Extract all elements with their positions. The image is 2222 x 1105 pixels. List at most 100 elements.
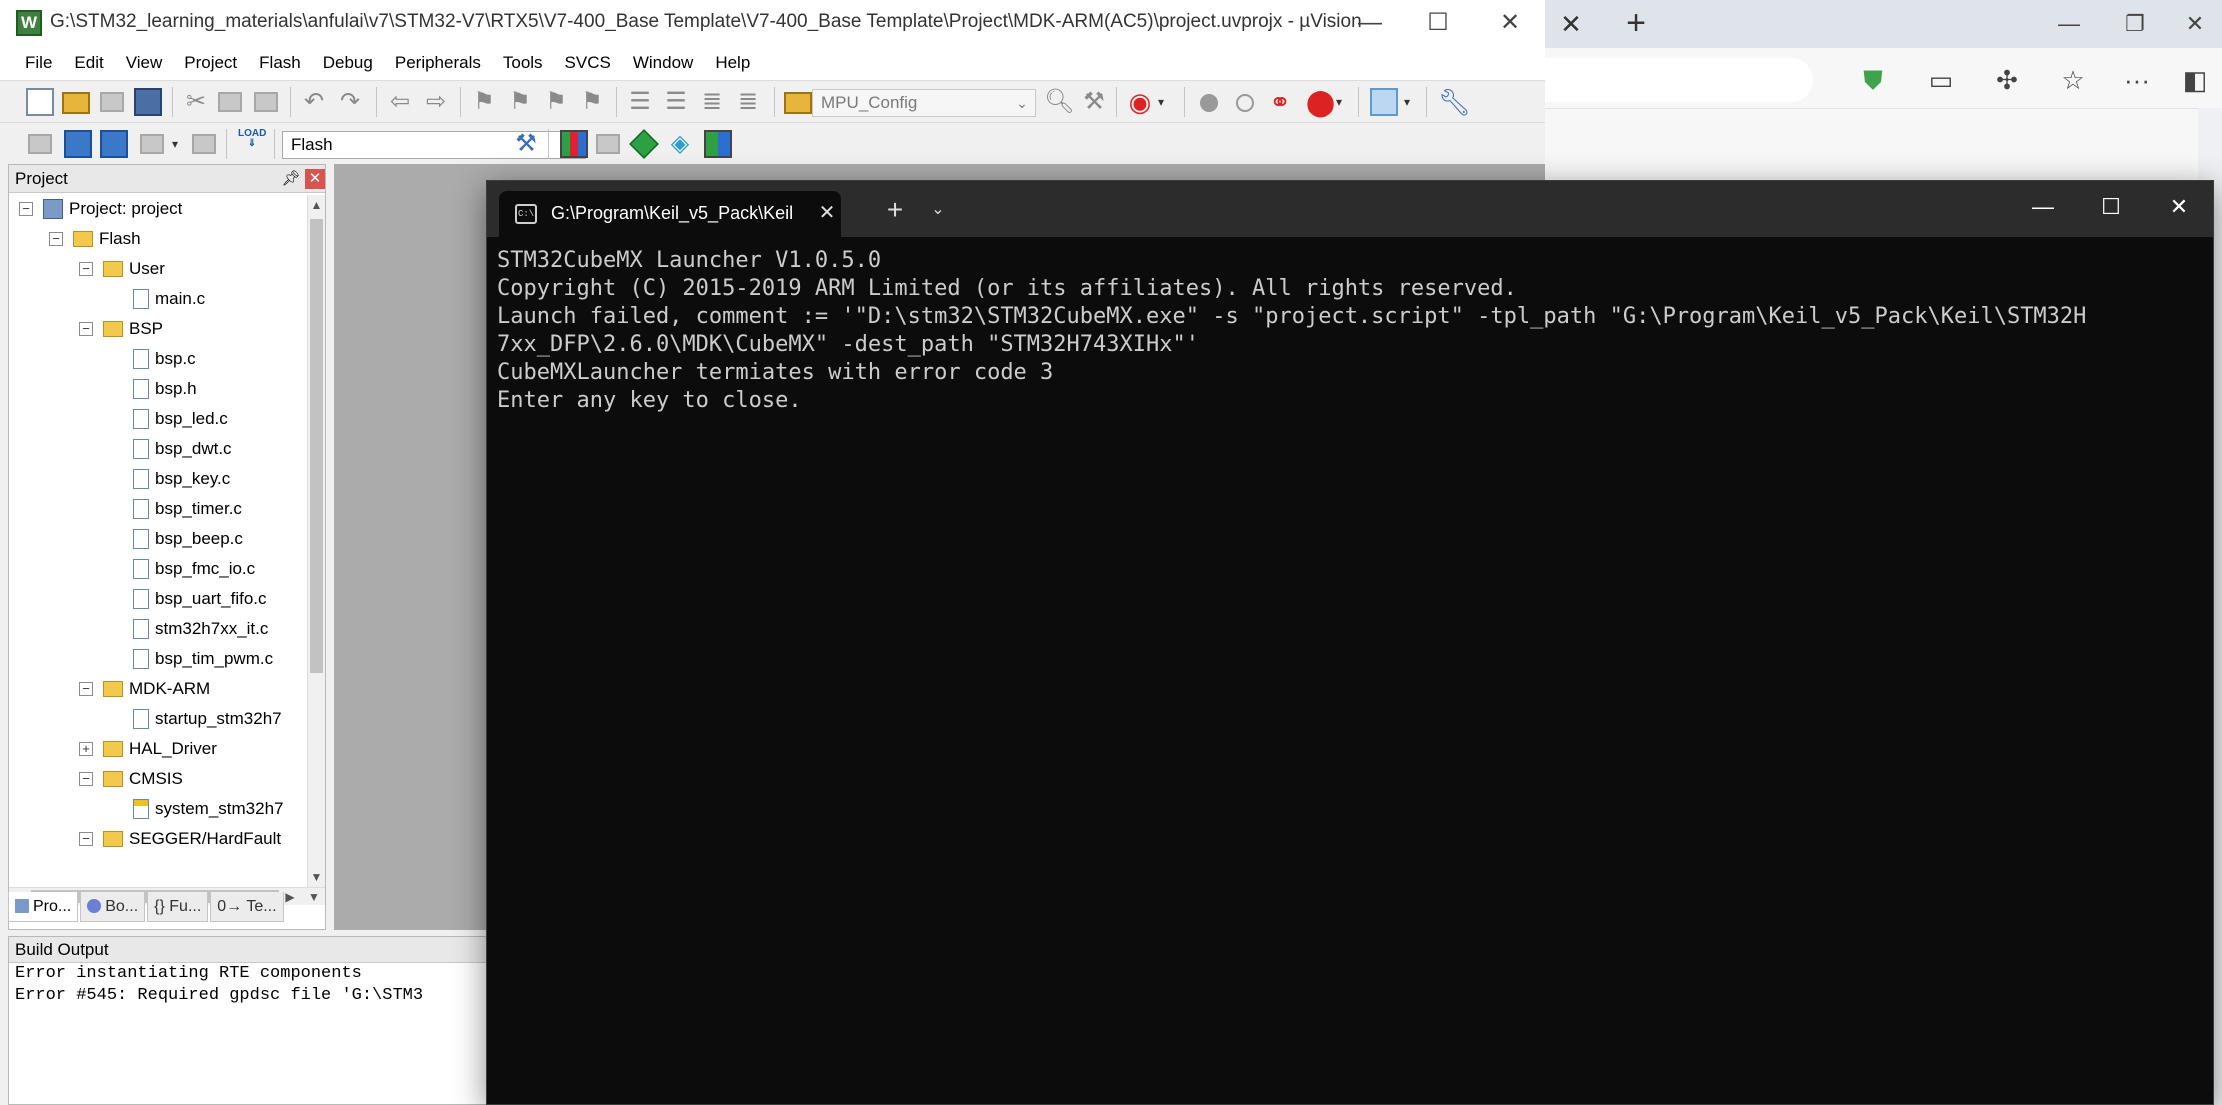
indent-icon[interactable]: ☰ — [626, 88, 654, 116]
menu-edit[interactable]: Edit — [63, 48, 114, 78]
load-download-icon[interactable]: LOAD ⇓ — [238, 129, 266, 159]
next-bookmark-icon[interactable]: ⚑ — [542, 88, 570, 116]
menu-debug[interactable]: Debug — [312, 48, 384, 78]
tab-templates[interactable]: 0→ Te... — [210, 892, 284, 922]
target-options-icon[interactable]: ⚒ — [512, 130, 540, 158]
save-all-icon[interactable] — [134, 88, 162, 116]
tree-item[interactable]: − CMSIS — [79, 765, 183, 793]
menu-window[interactable]: Window — [622, 48, 704, 78]
tab-books[interactable]: Bo... — [80, 892, 146, 922]
menu-flash[interactable]: Flash — [248, 48, 312, 78]
browser-address-bar[interactable] — [1545, 58, 1813, 102]
tree-item[interactable]: startup_stm32h7 — [109, 705, 282, 733]
expand-icon[interactable]: + — [79, 742, 93, 756]
build-icon[interactable] — [64, 130, 92, 158]
project-vertical-scrollbar[interactable]: ▲ ▼ — [307, 195, 325, 887]
copy-icon[interactable] — [218, 92, 242, 112]
tree-item[interactable]: bsp_key.c — [109, 465, 230, 493]
tree-item[interactable]: + HAL_Driver — [79, 735, 217, 763]
tree-item[interactable]: − Project: project — [19, 195, 182, 223]
translate-icon[interactable] — [28, 134, 52, 154]
collapse-icon[interactable]: − — [79, 682, 93, 696]
prev-bookmark-icon[interactable]: ⚑ — [506, 88, 534, 116]
clear-bookmarks-icon[interactable]: ⚑ — [578, 88, 606, 116]
tree-item[interactable]: bsp_beep.c — [109, 525, 243, 553]
collapse-icon[interactable]: − — [79, 832, 93, 846]
terminal-close-button[interactable]: ✕ — [2149, 187, 2209, 227]
navigate-back-icon[interactable]: ⇦ — [386, 88, 414, 116]
select-packs-icon[interactable]: ◈ — [666, 130, 694, 158]
terminal-dropdown-button[interactable]: ⌄ — [923, 193, 953, 227]
terminal-output[interactable]: STM32CubeMX Launcher V1.0.5.0 Copyright … — [497, 247, 2203, 415]
collapse-icon[interactable]: − — [79, 322, 93, 336]
insert-breakpoint-icon[interactable] — [1200, 94, 1218, 112]
collapse-icon[interactable]: − — [49, 232, 63, 246]
chevron-down-icon[interactable]: ⌄ — [1013, 90, 1031, 116]
collapse-icon[interactable]: − — [79, 772, 93, 786]
open-folder-icon[interactable] — [62, 92, 90, 114]
select-target-combo[interactable]: Flash⌄ — [282, 131, 586, 159]
uvision-close-button[interactable]: ✕ — [1486, 6, 1534, 40]
uvision-minimize-button[interactable]: — — [1346, 6, 1394, 40]
menu-svcs[interactable]: SVCS — [554, 48, 622, 78]
bookmark-icon[interactable]: ⚑ — [470, 88, 498, 116]
pack-installer-icon[interactable] — [704, 130, 732, 158]
pin-icon[interactable]: 📌︎ — [281, 169, 301, 189]
terminal-tab[interactable]: C:\ G:\Program\Keil_v5_Pack\Keil ✕ — [499, 191, 841, 237]
chevron-down-icon[interactable]: ▾ — [1154, 88, 1168, 116]
browser-minimize-button[interactable]: — — [2049, 8, 2089, 40]
unindent-icon[interactable]: ☰ — [662, 88, 690, 116]
cut-icon[interactable]: ✂ — [182, 88, 210, 116]
undo-icon[interactable]: ↶ — [300, 88, 328, 116]
extensions-icon[interactable]: ✣ — [1987, 62, 2027, 98]
terminal-tab-close-button[interactable]: ✕ — [815, 201, 839, 225]
terminal-new-tab-button[interactable]: + — [877, 193, 913, 227]
collapse-icon[interactable]: − — [19, 202, 33, 216]
menu-peripherals[interactable]: Peripherals — [384, 48, 492, 78]
scroll-thumb[interactable] — [310, 219, 323, 673]
redo-icon[interactable]: ↷ — [336, 88, 364, 116]
collapse-icon[interactable]: − — [79, 262, 93, 276]
tree-item[interactable]: system_stm32h7 — [109, 795, 284, 823]
chevron-down-icon[interactable]: ▾ — [1400, 88, 1414, 116]
document-icon[interactable]: ▭ — [1921, 62, 1961, 98]
menu-help[interactable]: Help — [704, 48, 761, 78]
close-icon[interactable]: ✕ — [305, 169, 325, 189]
menu-view[interactable]: View — [115, 48, 174, 78]
file-extensions-icon[interactable] — [596, 134, 620, 154]
menu-file[interactable]: File — [14, 48, 63, 78]
incremental-find-icon[interactable]: ⚒ — [1080, 88, 1108, 116]
tree-item[interactable]: − SEGGER/HardFault — [79, 825, 281, 853]
tree-item[interactable]: − MDK-ARM — [79, 675, 210, 703]
sidebar-icon[interactable]: ◧ — [2175, 62, 2215, 98]
debug-session-icon[interactable]: ◉ — [1126, 88, 1154, 116]
tree-item[interactable]: bsp_uart_fifo.c — [109, 585, 267, 613]
favorites-icon[interactable]: ☆ — [2053, 62, 2093, 98]
terminal-minimize-button[interactable]: — — [2013, 187, 2073, 227]
find-combo[interactable]: MPU_Config ⌄ — [812, 89, 1036, 117]
terminal-maximize-button[interactable]: ☐ — [2081, 187, 2141, 227]
new-file-icon[interactable] — [26, 88, 54, 116]
menu-tools[interactable]: Tools — [492, 48, 554, 78]
menu-project[interactable]: Project — [173, 48, 248, 78]
scroll-down-icon[interactable]: ▼ — [308, 867, 325, 887]
tree-item[interactable]: bsp_fmc_io.c — [109, 555, 255, 583]
browser-new-tab-button[interactable]: + — [1618, 6, 1654, 42]
kill-breakpoints-icon[interactable]: ⬤ — [1306, 88, 1335, 116]
find-icon[interactable]: 🔍︎ — [1044, 88, 1074, 116]
more-icon[interactable]: ··· — [2117, 62, 2157, 98]
tree-item[interactable]: bsp_led.c — [109, 405, 228, 433]
rebuild-icon[interactable] — [100, 130, 128, 158]
manage-project-items-icon[interactable] — [560, 130, 588, 158]
tree-item[interactable]: bsp_tim_pwm.c — [109, 645, 273, 673]
disable-breakpoints-icon[interactable]: ⚭ — [1266, 88, 1294, 116]
tree-item[interactable]: − User — [79, 255, 165, 283]
tree-item[interactable]: bsp.h — [109, 375, 197, 403]
chevron-down-icon[interactable]: ▾ — [1332, 88, 1346, 116]
tree-item[interactable]: bsp.c — [109, 345, 196, 373]
tree-item[interactable]: bsp_timer.c — [109, 495, 242, 523]
tab-project[interactable]: Pro... — [8, 892, 79, 922]
paste-icon[interactable] — [254, 92, 278, 112]
stop-build-icon[interactable] — [192, 134, 216, 154]
navigate-forward-icon[interactable]: ⇨ — [422, 88, 450, 116]
